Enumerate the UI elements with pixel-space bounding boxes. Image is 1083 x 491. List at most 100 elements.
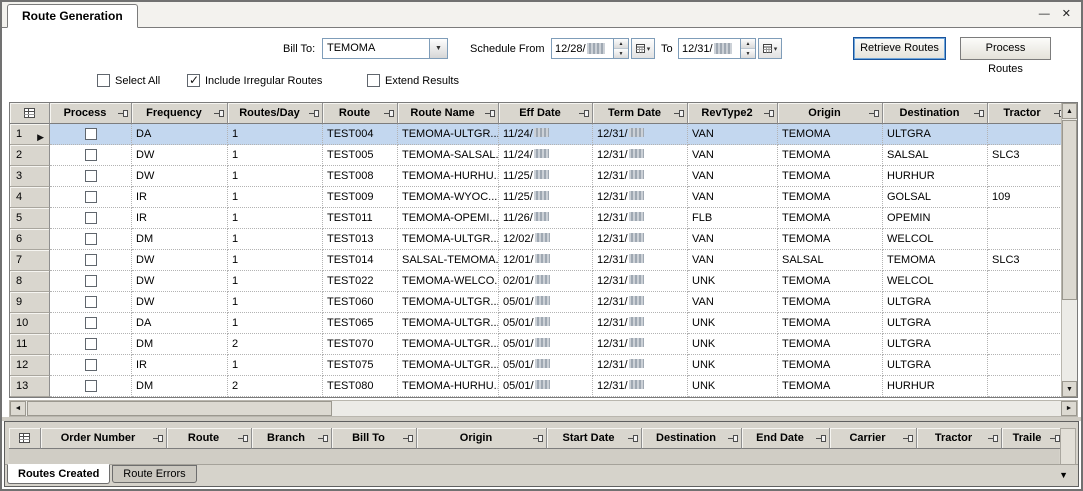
cell-origin[interactable]: TEMOMA (778, 166, 883, 187)
cell-origin[interactable]: TEMOMA (778, 376, 883, 397)
cell-rev_type2[interactable]: VAN (688, 166, 778, 187)
row-header[interactable]: 3 (10, 166, 50, 187)
row-header[interactable]: 4 (10, 187, 50, 208)
pin-icon[interactable] (533, 434, 544, 443)
scroll-up-button[interactable]: ▲ (1062, 103, 1077, 119)
column-header-tractor[interactable]: Tractor (917, 428, 1002, 449)
pin-icon[interactable] (318, 434, 329, 443)
row-header[interactable]: 13 (10, 376, 50, 397)
cell-route[interactable]: TEST009 (323, 187, 398, 208)
checkbox-select-all[interactable]: Select All (97, 74, 160, 87)
pin-icon[interactable] (214, 109, 225, 118)
cell-rev_type2[interactable]: UNK (688, 271, 778, 292)
cell-tractor[interactable]: SLC3 (988, 145, 1061, 166)
spin-down-button[interactable]: ▼ (741, 49, 755, 58)
column-header-route[interactable]: Route (167, 428, 252, 449)
cell-destination[interactable]: SALSAL (883, 145, 988, 166)
cell-frequency[interactable]: DM (132, 376, 228, 397)
column-header-tractor[interactable]: Tractor (988, 103, 1061, 124)
column-header-destination[interactable]: Destination (642, 428, 742, 449)
cell-route_name[interactable]: TEMOMA-WELCO... (398, 271, 499, 292)
cell-route_name[interactable]: TEMOMA-ULTGR... (398, 355, 499, 376)
cell-origin[interactable]: TEMOMA (778, 334, 883, 355)
scroll-left-button[interactable]: ◄ (10, 401, 26, 416)
cell-frequency[interactable]: DA (132, 313, 228, 334)
table-row[interactable]: 7DW1TEST014SALSAL-TEMOMA...12/01/12/31/V… (10, 250, 1061, 271)
cell-route[interactable]: TEST080 (323, 376, 398, 397)
grid-corner-button[interactable] (10, 103, 50, 124)
horizontal-scrollbar[interactable]: ◄ ► (9, 400, 1078, 417)
column-header-term_date[interactable]: Term Date (593, 103, 688, 124)
cell-term_date[interactable]: 12/31/ (593, 355, 688, 376)
cell-rev_type2[interactable]: VAN (688, 124, 778, 145)
spin-up-button[interactable]: ▲ (741, 39, 755, 49)
pin-icon[interactable] (674, 109, 685, 118)
cell-eff_date[interactable]: 12/01/ (499, 250, 593, 271)
cell-frequency[interactable]: DW (132, 292, 228, 313)
column-header-route_name[interactable]: Route Name (398, 103, 499, 124)
cell-frequency[interactable]: DW (132, 250, 228, 271)
cell-destination[interactable]: ULTGRA (883, 355, 988, 376)
cell-destination[interactable]: ULTGRA (883, 334, 988, 355)
cell-process[interactable] (50, 250, 132, 271)
cell-origin[interactable]: TEMOMA (778, 208, 883, 229)
cell-destination[interactable]: HURHUR (883, 376, 988, 397)
cell-term_date[interactable]: 12/31/ (593, 229, 688, 250)
cell-eff_date[interactable]: 05/01/ (499, 376, 593, 397)
schedule-from-input[interactable]: 12/28/ (551, 38, 614, 59)
cell-routes_day[interactable]: 2 (228, 376, 323, 397)
cell-routes_day[interactable]: 1 (228, 166, 323, 187)
cell-route_name[interactable]: TEMOMA-ULTGR... (398, 334, 499, 355)
cell-process[interactable] (50, 124, 132, 145)
cell-rev_type2[interactable]: FLB (688, 208, 778, 229)
cell-rev_type2[interactable]: UNK (688, 313, 778, 334)
cell-route[interactable]: TEST065 (323, 313, 398, 334)
cell-origin[interactable]: TEMOMA (778, 229, 883, 250)
cell-eff_date[interactable]: 11/24/ (499, 124, 593, 145)
pin-icon[interactable] (869, 109, 880, 118)
pin-icon[interactable] (403, 434, 414, 443)
cell-rev_type2[interactable]: VAN (688, 292, 778, 313)
table-row[interactable]: 13DM2TEST080TEMOMA-HURHU...05/01/12/31/U… (10, 376, 1061, 397)
cell-route[interactable]: TEST008 (323, 166, 398, 187)
cell-route[interactable]: TEST005 (323, 145, 398, 166)
table-row[interactable]: 1▶DA1TEST004TEMOMA-ULTGR...11/24/12/31/V… (10, 124, 1061, 145)
cell-tractor[interactable] (988, 124, 1061, 145)
cell-term_date[interactable]: 12/31/ (593, 334, 688, 355)
cell-destination[interactable]: TEMOMA (883, 250, 988, 271)
cell-route_name[interactable]: TEMOMA-HURHU... (398, 376, 499, 397)
cell-tractor[interactable]: 109 (988, 187, 1061, 208)
column-header-order-number[interactable]: Order Number (41, 428, 167, 449)
column-header-eff_date[interactable]: Eff Date (499, 103, 593, 124)
tab-route-generation[interactable]: Route Generation (7, 4, 138, 28)
cell-origin[interactable]: TEMOMA (778, 292, 883, 313)
cell-term_date[interactable]: 12/31/ (593, 187, 688, 208)
cell-tractor[interactable] (988, 271, 1061, 292)
pin-icon[interactable]: — (1039, 7, 1050, 21)
cell-route_name[interactable]: TEMOMA-HURHU... (398, 166, 499, 187)
row-header[interactable]: 7 (10, 250, 50, 271)
tab-route-errors[interactable]: Route Errors (112, 465, 196, 483)
cell-frequency[interactable]: IR (132, 355, 228, 376)
pin-icon[interactable] (118, 109, 129, 118)
cell-frequency[interactable]: DM (132, 334, 228, 355)
cell-origin[interactable]: TEMOMA (778, 145, 883, 166)
table-row[interactable]: 10DA1TEST065TEMOMA-ULTGR...05/01/12/31/U… (10, 313, 1061, 334)
process-checkbox[interactable] (85, 317, 97, 329)
row-header[interactable]: 11 (10, 334, 50, 355)
column-header-end-date[interactable]: End Date (742, 428, 830, 449)
pin-icon[interactable] (628, 434, 639, 443)
process-checkbox[interactable] (85, 296, 97, 308)
pin-icon[interactable] (974, 109, 985, 118)
cell-routes_day[interactable]: 2 (228, 334, 323, 355)
cell-process[interactable] (50, 355, 132, 376)
cell-process[interactable] (50, 166, 132, 187)
cell-rev_type2[interactable]: UNK (688, 376, 778, 397)
cell-route[interactable]: TEST070 (323, 334, 398, 355)
cell-eff_date[interactable]: 05/01/ (499, 355, 593, 376)
table-row[interactable]: 11DM2TEST070TEMOMA-ULTGR...05/01/12/31/U… (10, 334, 1061, 355)
row-header[interactable]: 8 (10, 271, 50, 292)
cell-routes_day[interactable]: 1 (228, 208, 323, 229)
row-header[interactable]: 10 (10, 313, 50, 334)
cell-destination[interactable]: WELCOL (883, 271, 988, 292)
